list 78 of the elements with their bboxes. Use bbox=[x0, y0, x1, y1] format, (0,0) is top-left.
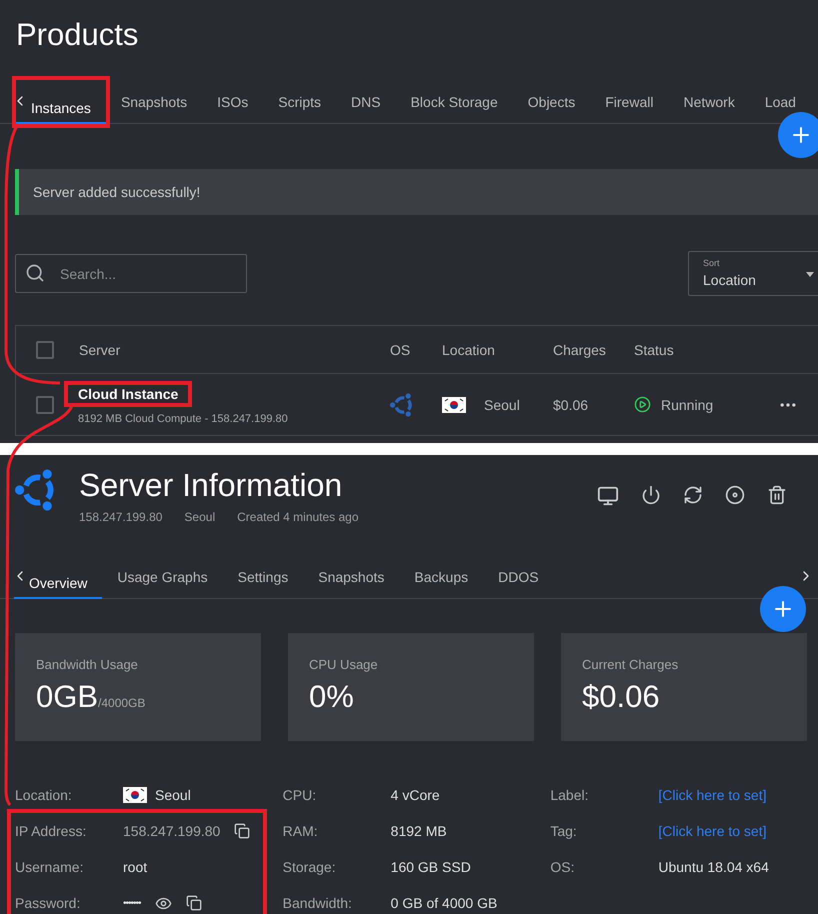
detail-value: 8192 MB bbox=[390, 823, 447, 839]
stat-value: 0% bbox=[309, 679, 354, 714]
add-button[interactable] bbox=[778, 112, 818, 158]
search-field[interactable]: Search... bbox=[15, 254, 247, 293]
column-header: Location bbox=[442, 342, 496, 358]
tab[interactable]: DDOS bbox=[483, 555, 554, 585]
detail-label: OS: bbox=[550, 859, 576, 875]
tab[interactable]: Settings bbox=[222, 555, 304, 585]
delete-icon[interactable] bbox=[767, 485, 787, 507]
disc-icon[interactable] bbox=[725, 485, 745, 507]
detail-value: 158.247.199.80 bbox=[123, 823, 220, 839]
stat-label: Current Charges bbox=[582, 657, 680, 672]
charges-cell-text: $0.06 bbox=[553, 396, 590, 412]
tab[interactable]: Load bbox=[750, 80, 811, 110]
tab[interactable]: Scripts bbox=[263, 80, 336, 110]
detail-label: RAM: bbox=[282, 823, 319, 839]
checkbox[interactable] bbox=[36, 340, 54, 358]
server-meta: Seoul bbox=[184, 510, 216, 524]
column-header: Status bbox=[634, 342, 675, 358]
tab[interactable]: Network bbox=[668, 80, 750, 110]
detail-label: Location: bbox=[15, 787, 73, 803]
set-link[interactable]: [Click here to set] bbox=[658, 823, 766, 839]
alert-message: Server added successfully! bbox=[33, 184, 200, 200]
tab[interactable]: Overview bbox=[14, 555, 102, 599]
column-header: OS bbox=[390, 342, 412, 358]
search-icon bbox=[25, 263, 45, 283]
copy-icon[interactable] bbox=[234, 823, 250, 839]
detail-value: 4 vCore bbox=[390, 787, 440, 803]
tab[interactable]: Block Storage bbox=[396, 80, 513, 110]
detail-value: root bbox=[123, 859, 148, 875]
korea-flag-icon bbox=[123, 787, 147, 803]
tab[interactable]: Backups bbox=[399, 555, 484, 585]
add-button[interactable] bbox=[760, 586, 806, 632]
tab[interactable]: Usage Graphs bbox=[102, 555, 223, 585]
column-header: Charges bbox=[553, 342, 607, 358]
detail-label: Tag: bbox=[550, 823, 578, 839]
server-name[interactable]: Cloud Instance bbox=[68, 384, 188, 402]
sort-select[interactable]: Sort Location bbox=[688, 251, 818, 296]
detail-value: 0 GB of 4000 GB bbox=[390, 895, 498, 911]
copy-icon[interactable] bbox=[186, 895, 202, 911]
detail-label: CPU: bbox=[282, 787, 318, 803]
tab[interactable]: Snapshots bbox=[303, 555, 400, 585]
caret-icon bbox=[806, 272, 814, 277]
console-icon[interactable] bbox=[597, 485, 619, 507]
detail-label: Username: bbox=[15, 859, 84, 875]
detail-label: Password: bbox=[15, 895, 82, 911]
stat-value: $0.06 bbox=[582, 679, 660, 714]
detail-value: Seoul bbox=[155, 787, 191, 803]
korea-flag-icon bbox=[442, 396, 466, 412]
server-meta: 158.247.199.80 bbox=[79, 510, 162, 524]
tab[interactable]: Objects bbox=[512, 80, 590, 110]
detail-label: Storage: bbox=[282, 859, 337, 875]
status-text: Running bbox=[661, 396, 714, 412]
stat-label: CPU Usage bbox=[309, 657, 379, 672]
tab[interactable]: ISOs bbox=[202, 80, 264, 110]
server-detail: 8192 MB Cloud Compute - 158.247.199.80 bbox=[78, 412, 288, 424]
detail-label: Label: bbox=[550, 787, 590, 803]
stat-unit: /4000GB bbox=[98, 696, 146, 710]
location-cell: Seoul bbox=[484, 396, 520, 412]
checkbox[interactable] bbox=[36, 396, 54, 414]
detail-value: Ubuntu 18.04 x64 bbox=[658, 859, 769, 875]
power-icon[interactable] bbox=[641, 485, 661, 507]
server-title: Server Information bbox=[79, 467, 344, 504]
stat-value: 0GB bbox=[36, 679, 98, 714]
tab[interactable]: Snapshots bbox=[106, 80, 202, 110]
tab[interactable]: Firewall bbox=[590, 80, 668, 110]
password-value: ••••••• bbox=[123, 898, 141, 908]
page-title: Products bbox=[15, 16, 140, 54]
server-meta: Created 4 minutes ago bbox=[237, 510, 359, 524]
detail-label: IP Address: bbox=[15, 823, 88, 839]
detail-value: 160 GB SSD bbox=[390, 859, 471, 875]
detail-label: Bandwidth: bbox=[282, 895, 353, 911]
tab[interactable]: DNS bbox=[336, 80, 396, 110]
set-link[interactable]: [Click here to set] bbox=[658, 787, 766, 803]
column-header: Server bbox=[78, 342, 122, 358]
stat-label: Bandwidth Usage bbox=[36, 657, 139, 672]
play-icon bbox=[634, 396, 651, 413]
tab[interactable]: Instances bbox=[16, 80, 106, 124]
